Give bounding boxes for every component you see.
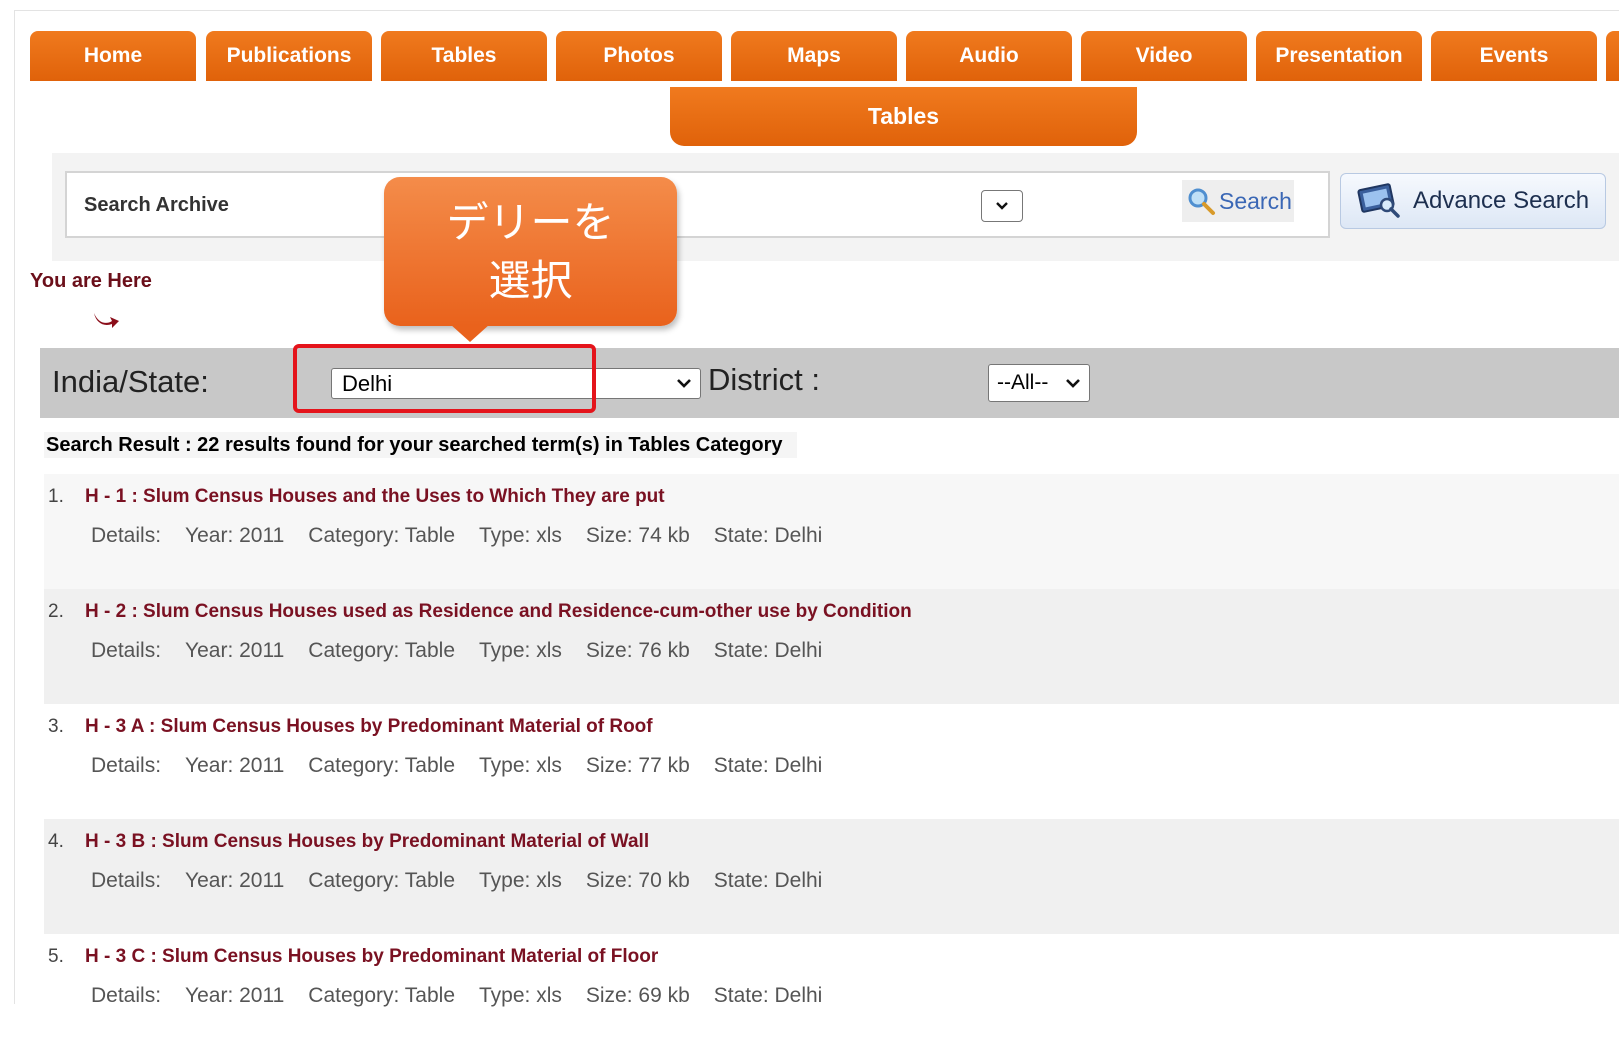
chevron-down-icon [677,379,691,388]
result-number: 5. [48,946,64,967]
list-item: 1. H - 1 : Slum Census Houses and the Us… [44,474,1619,589]
chevron-down-icon [996,202,1008,210]
tab-more[interactable] [1606,31,1619,81]
main-nav: Home Publications Tables Photos Maps Aud… [30,31,1619,81]
year-value: Year: 2011 [185,639,285,662]
type-value: Type: xls [479,524,562,547]
state-value: State: Delhi [713,639,823,662]
district-label: District : [708,362,820,397]
result-number: 3. [48,716,64,737]
monitor-search-icon [1357,183,1400,218]
subtab-tables: Tables [670,87,1137,146]
details-label: Details: [91,869,162,892]
category-value: Category: Table [308,639,455,662]
details-label: Details: [91,524,162,547]
result-details: Details: Year: 2011 Category: Table Type… [91,524,822,548]
advance-search-button[interactable]: Advance Search [1340,173,1606,229]
list-item: 5. H - 3 C : Slum Census Houses by Predo… [44,934,1619,1049]
list-item: 3. H - 3 A : Slum Census Houses by Predo… [44,704,1619,819]
result-summary: Search Result : 22 results found for you… [44,432,797,458]
year-value: Year: 2011 [185,984,285,1007]
category-value: Category: Table [308,869,455,892]
curved-arrow-icon [94,313,119,328]
category-value: Category: Table [308,984,455,1007]
callout-tail [450,324,490,342]
result-number: 1. [48,486,64,507]
magnifier-icon [1188,188,1215,215]
year-value: Year: 2011 [185,754,285,777]
tab-tables[interactable]: Tables [381,31,547,81]
tab-video[interactable]: Video [1081,31,1247,81]
search-archive-label: Search Archive [84,194,229,216]
tab-events[interactable]: Events [1431,31,1597,81]
search-input[interactable] [65,171,1330,238]
type-value: Type: xls [479,639,562,662]
list-item: 2. H - 2 : Slum Census Houses used as Re… [44,589,1619,704]
search-category-select[interactable] [981,190,1023,222]
chevron-down-icon [1066,379,1080,388]
result-title-link[interactable]: H - 2 : Slum Census Houses used as Resid… [85,601,912,623]
list-item: 4. H - 3 B : Slum Census Houses by Predo… [44,819,1619,934]
tab-presentation[interactable]: Presentation [1256,31,1422,81]
state-value: State: Delhi [713,754,823,777]
state-value: State: Delhi [713,524,823,547]
filter-bar [40,348,1619,418]
district-select-value: --All-- [997,371,1049,394]
result-number: 2. [48,601,64,622]
tab-photos[interactable]: Photos [556,31,722,81]
year-value: Year: 2011 [185,524,285,547]
state-label: India/State: [52,364,209,399]
size-value: Size: 74 kb [585,524,690,547]
result-details: Details: Year: 2011 Category: Table Type… [91,754,822,778]
state-value: State: Delhi [713,869,823,892]
details-label: Details: [91,639,162,662]
callout-annotation: デリーを 選択 [384,177,677,326]
tab-audio[interactable]: Audio [906,31,1072,81]
category-value: Category: Table [308,754,455,777]
category-value: Category: Table [308,524,455,547]
tab-home[interactable]: Home [30,31,196,81]
type-value: Type: xls [479,984,562,1007]
size-value: Size: 76 kb [585,639,690,662]
tab-maps[interactable]: Maps [731,31,897,81]
details-label: Details: [91,754,162,777]
search-button[interactable]: Search [1182,180,1294,222]
details-label: Details: [91,984,162,1007]
type-value: Type: xls [479,869,562,892]
result-title-link[interactable]: H - 3 C : Slum Census Houses by Predomin… [85,946,658,968]
district-select[interactable]: --All-- [988,364,1090,402]
highlight-box [293,344,596,413]
result-details: Details: Year: 2011 Category: Table Type… [91,869,822,893]
search-button-label: Search [1219,187,1292,214]
size-value: Size: 77 kb [585,754,690,777]
size-value: Size: 69 kb [585,984,690,1007]
state-value: State: Delhi [713,984,823,1007]
result-number: 4. [48,831,64,852]
result-title-link[interactable]: H - 3 B : Slum Census Houses by Predomin… [85,831,649,853]
breadcrumb-label: You are Here [30,270,152,292]
type-value: Type: xls [479,754,562,777]
year-value: Year: 2011 [185,869,285,892]
tab-publications[interactable]: Publications [206,31,372,81]
result-title-link[interactable]: H - 3 A : Slum Census Houses by Predomin… [85,716,653,738]
size-value: Size: 70 kb [585,869,690,892]
result-title-link[interactable]: H - 1 : Slum Census Houses and the Uses … [85,486,665,508]
advance-search-label: Advance Search [1413,187,1590,214]
result-details: Details: Year: 2011 Category: Table Type… [91,639,822,663]
result-details: Details: Year: 2011 Category: Table Type… [91,984,822,1008]
results-list: 1. H - 1 : Slum Census Houses and the Us… [44,474,1619,1049]
